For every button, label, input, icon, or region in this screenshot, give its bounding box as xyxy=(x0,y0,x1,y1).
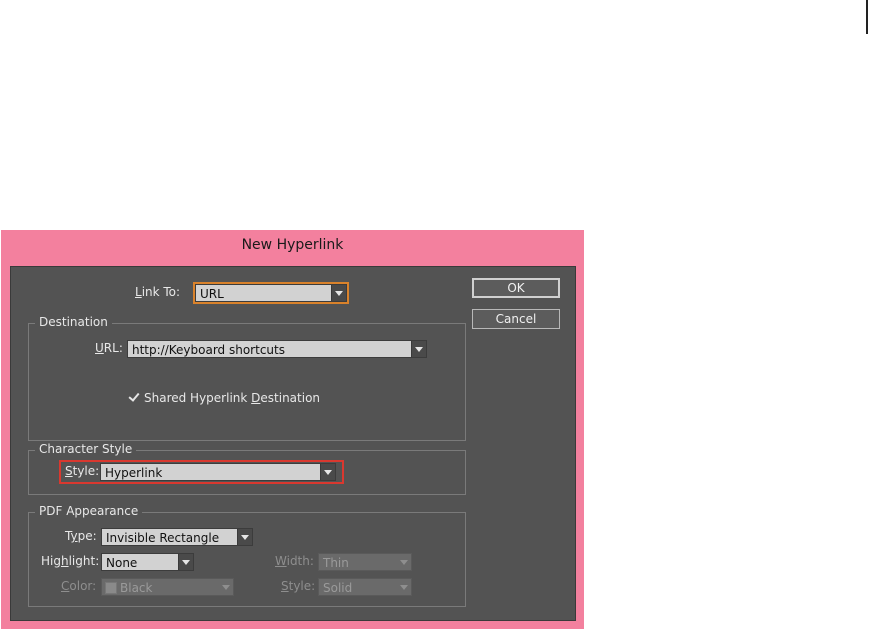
color-label: Color: xyxy=(61,579,97,593)
char-style-label: Style: xyxy=(65,464,100,478)
char-style-dropdown[interactable]: Hyperlink xyxy=(100,463,336,481)
link-to-dropdown[interactable]: URL xyxy=(195,284,347,302)
width-dropdown[interactable]: Thin xyxy=(318,553,412,571)
link-to-label: Link To: xyxy=(135,285,181,299)
border-style-dropdown[interactable]: Solid xyxy=(318,578,412,596)
chevron-down-icon xyxy=(178,554,193,570)
chevron-down-icon xyxy=(397,554,411,570)
destination-group-title: Destination xyxy=(35,315,112,329)
url-dropdown[interactable]: http://Keyboard shortcuts xyxy=(127,340,427,358)
highlight-label: Highlight: xyxy=(41,554,100,568)
width-label: Width: xyxy=(275,554,314,568)
shared-destination-checkbox[interactable] xyxy=(128,391,140,403)
chevron-down-icon xyxy=(219,579,233,595)
dialog-client-area: Link To: URL OK Cancel Destination URL: … xyxy=(10,266,576,621)
dialog-title: New Hyperlink xyxy=(241,237,344,253)
border-style-label: Style: xyxy=(281,579,316,593)
color-dropdown[interactable]: Black xyxy=(101,578,234,596)
pdf-appearance-group-title: PDF Appearance xyxy=(35,504,143,518)
ok-button[interactable]: OK xyxy=(472,278,560,298)
cancel-button[interactable]: Cancel xyxy=(472,309,560,329)
new-hyperlink-dialog: New Hyperlink Link To: URL OK Cancel Des… xyxy=(1,230,584,629)
chevron-down-icon xyxy=(331,285,346,301)
chevron-down-icon xyxy=(411,341,426,357)
highlight-dropdown[interactable]: None xyxy=(101,553,194,571)
edge-mark xyxy=(866,0,868,34)
chevron-down-icon xyxy=(397,579,411,595)
character-style-group-title: Character Style xyxy=(35,442,137,456)
color-swatch xyxy=(105,582,117,594)
chevron-down-icon xyxy=(237,529,252,545)
shared-destination-label: Shared Hyperlink Destination xyxy=(144,391,321,405)
chevron-down-icon xyxy=(320,464,335,480)
url-label: URL: xyxy=(95,341,123,355)
type-label: Type: xyxy=(65,529,97,543)
type-dropdown[interactable]: Invisible Rectangle xyxy=(101,528,253,546)
